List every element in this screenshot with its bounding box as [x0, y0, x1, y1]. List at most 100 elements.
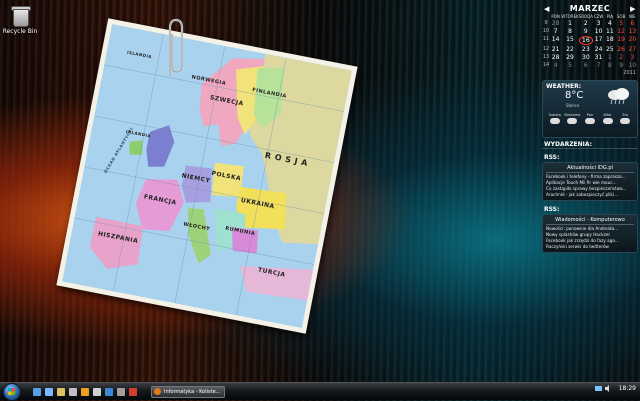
calendar-day[interactable]: 9 — [579, 28, 593, 35]
calendar-day[interactable]: 19 — [615, 36, 626, 45]
calendar-day[interactable]: 1 — [561, 20, 578, 27]
calendar-day-header: ŚRODA — [578, 14, 593, 19]
calendar-day[interactable]: 8 — [561, 28, 578, 35]
calendar-day[interactable]: 5 — [561, 62, 578, 69]
rss-gadget-1: RSS: Aktualności IDG.pl Facebook i telef… — [542, 154, 638, 201]
calendar-day[interactable]: 25 — [604, 46, 615, 53]
calendar-day[interactable]: 10 — [593, 28, 604, 35]
rss-title: RSS: — [544, 206, 560, 213]
calendar-day-header: NIE — [629, 14, 636, 19]
calendar-day[interactable]: 2 — [615, 54, 626, 61]
calendar-next-icon[interactable]: ▶ — [630, 5, 636, 13]
folder-icon[interactable] — [57, 387, 65, 396]
taskbar: Informatyka - Koliste... 18:29 — [0, 382, 640, 401]
calendar-day-header: WTOREK — [561, 14, 579, 19]
calendar-day[interactable]: 15 — [561, 36, 578, 45]
rss-item[interactable]: Arachnid - jak zabezpieczyć pliki... — [546, 192, 634, 198]
app-icon[interactable] — [69, 387, 77, 396]
show-desktop-icon[interactable] — [33, 387, 41, 396]
calendar-day[interactable]: 13 — [627, 28, 638, 35]
recycle-bin[interactable]: Recycle Bin — [2, 4, 38, 35]
calendar-today[interactable]: 16 — [578, 36, 593, 45]
system-tray: 18:29 — [594, 385, 636, 392]
calendar-day[interactable]: 5 — [615, 20, 626, 27]
ie-icon[interactable] — [45, 387, 53, 396]
calendar-day[interactable]: 8 — [604, 62, 615, 69]
calendar-day-header: SOB — [616, 14, 626, 19]
recycle-bin-label: Recycle Bin — [2, 28, 38, 35]
cloud-icon — [602, 118, 613, 124]
calendar-day[interactable]: 3 — [627, 54, 638, 61]
calendar-day[interactable]: 10 — [627, 62, 638, 69]
forecast-day: Pon — [581, 113, 599, 125]
clock[interactable]: 18:29 — [619, 385, 636, 392]
europe-map-photo[interactable]: R O S J A SZWECJA NORWEGIA FINLANDIA NIE… — [56, 18, 358, 334]
calendar-grid: PON WTOREK ŚRODA CZW PIĄ SOB NIE 9 28 1 … — [542, 14, 638, 69]
week-number: 14 — [542, 62, 550, 68]
quick-launch — [33, 387, 137, 396]
calendar-year: 2011 — [623, 70, 636, 76]
app-icon[interactable] — [129, 387, 137, 396]
calendar-day[interactable]: 31 — [593, 54, 604, 61]
media-icon[interactable] — [81, 387, 89, 396]
calendar-day[interactable]: 18 — [604, 36, 615, 45]
calendar-prev-icon[interactable]: ◀ — [544, 5, 550, 13]
calendar-day[interactable]: 12 — [615, 28, 626, 35]
calendar-day[interactable]: 7 — [550, 28, 561, 35]
calendar-day[interactable]: 7 — [593, 62, 604, 69]
app-icon[interactable] — [117, 387, 125, 396]
calendar-day[interactable]: 1 — [604, 54, 615, 61]
week-number: 12 — [542, 46, 550, 52]
calendar-day[interactable]: 26 — [615, 46, 626, 53]
taskbar-window-label: Informatyka - Koliste... — [164, 388, 221, 395]
weather-temp: 8°C — [565, 90, 584, 101]
calendar-day[interactable]: 20 — [627, 36, 638, 45]
calendar-day[interactable]: 4 — [604, 20, 615, 27]
recycle-bin-icon — [10, 4, 31, 27]
calendar-day[interactable]: 23 — [579, 46, 593, 53]
calendar-day[interactable]: 4 — [550, 62, 561, 69]
calendar-day[interactable]: 3 — [593, 20, 604, 27]
rss-item[interactable]: Raczyński serwis do twitterów — [546, 244, 634, 250]
forecast-day: Niedziela — [564, 113, 582, 125]
cloud-icon — [620, 118, 631, 124]
calendar-gadget: ◀ MARZEC ▶ PON WTOREK ŚRODA CZW PIĄ SOB … — [542, 4, 638, 76]
calendar-day[interactable]: 28 — [550, 54, 561, 61]
weather-forecast: Sobota Niedziela Pon Wtor Śro — [546, 113, 634, 125]
forecast-day: Śro — [616, 113, 634, 125]
forecast-day: Wtor — [599, 113, 617, 125]
weather-gadget[interactable]: WEATHER: 8°C Słońce Sobota Niedziela Pon… — [542, 80, 638, 138]
calendar-day[interactable]: 6 — [579, 62, 593, 69]
map-drawing — [62, 24, 352, 328]
calendar-day[interactable]: 17 — [593, 36, 604, 45]
calendar-day[interactable]: 14 — [550, 36, 561, 45]
cloud-icon — [549, 118, 560, 124]
rss-feed-name[interactable]: Aktualności IDG.pl — [546, 165, 634, 173]
start-button[interactable] — [3, 382, 21, 401]
taskbar-window-button[interactable]: Informatyka - Koliste... — [151, 385, 225, 398]
rss-gadget-2: RSS: Wiadomości - Komputerowo Nowości: p… — [542, 206, 638, 253]
week-number: 11 — [542, 36, 550, 42]
europe-map: R O S J A SZWECJA NORWEGIA FINLANDIA NIE… — [62, 24, 352, 328]
calendar-day[interactable]: 9 — [615, 62, 626, 69]
calendar-day[interactable]: 2 — [579, 20, 593, 27]
calendar-day[interactable]: 22 — [561, 46, 578, 53]
app-icon[interactable] — [105, 387, 113, 396]
rss-title: RSS: — [544, 154, 560, 161]
calendar-day-header: PIĄ — [606, 14, 613, 19]
calendar-day-header: CZW — [593, 14, 604, 19]
week-number: 13 — [542, 54, 550, 60]
calendar-day[interactable]: 29 — [561, 54, 578, 61]
app-icon[interactable] — [93, 387, 101, 396]
calendar-day[interactable]: 28 — [550, 20, 561, 27]
rss-feed-name[interactable]: Wiadomości - Komputerowo — [546, 217, 634, 225]
calendar-day[interactable]: 27 — [627, 46, 638, 53]
volume-icon[interactable] — [604, 385, 612, 392]
network-icon[interactable] — [594, 385, 602, 392]
calendar-day[interactable]: 21 — [550, 46, 561, 53]
calendar-day[interactable]: 11 — [604, 28, 615, 35]
calendar-day[interactable]: 30 — [579, 54, 593, 61]
calendar-day[interactable]: 24 — [593, 46, 604, 53]
paperclip-icon — [168, 18, 184, 76]
calendar-day[interactable]: 6 — [627, 20, 638, 27]
